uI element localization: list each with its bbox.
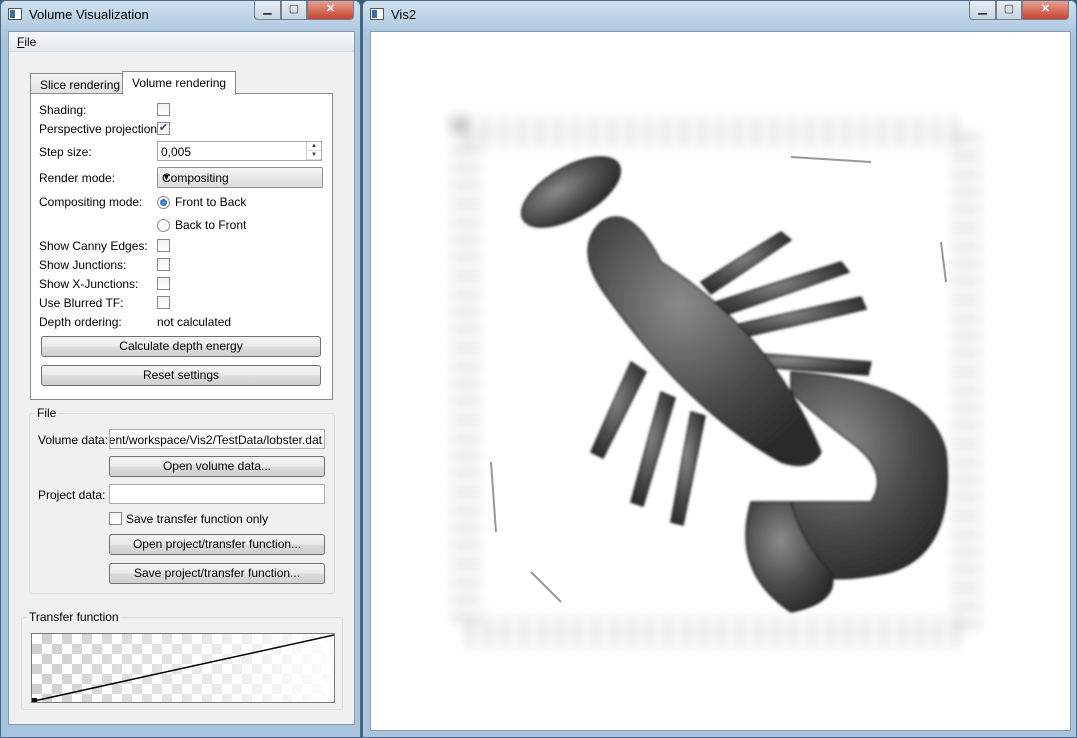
shading-label: Shading: <box>39 103 87 117</box>
app-window-icon <box>8 8 22 20</box>
vis2-window-icon <box>370 8 384 20</box>
junctions-checkbox[interactable] <box>157 258 170 271</box>
blurred-tf-checkbox[interactable] <box>157 296 170 309</box>
depth-ordering-label: Depth ordering: <box>39 315 122 329</box>
spin-down-icon[interactable]: ▼ <box>307 151 321 160</box>
reset-settings-button[interactable]: Reset settings <box>41 365 321 386</box>
right-window-title: Vis2 <box>391 7 417 22</box>
step-size-spinbox[interactable]: 0,005 ▲ ▼ <box>157 141 322 161</box>
x-junctions-label: Show X-Junctions: <box>39 277 139 291</box>
render-mode-select[interactable]: Compositing ▼ <box>157 167 323 188</box>
back-to-front-radio[interactable] <box>157 219 170 232</box>
front-to-back-label[interactable]: Front to Back <box>175 195 246 209</box>
back-to-front-label[interactable]: Back to Front <box>175 218 246 232</box>
minimize-icon[interactable]: ▁ <box>254 1 281 20</box>
x-junctions-checkbox[interactable] <box>157 277 170 290</box>
perspective-label: Perspective projection: <box>39 122 161 136</box>
canny-edges-label: Show Canny Edges: <box>39 239 148 253</box>
compositing-mode-label: Compositing mode: <box>39 195 143 209</box>
step-size-spin-buttons[interactable]: ▲ ▼ <box>306 142 321 160</box>
calculate-depth-energy-button[interactable]: Calculate depth energy <box>41 336 321 357</box>
shading-checkbox[interactable] <box>157 103 170 116</box>
spin-up-icon[interactable]: ▲ <box>307 142 321 151</box>
close-icon[interactable]: ✕ <box>1022 1 1069 20</box>
perspective-checkbox[interactable]: ✔ <box>157 122 170 135</box>
chevron-down-icon: ▼ <box>162 172 171 182</box>
render-mode-label: Render mode: <box>39 171 116 185</box>
right-titlebar[interactable]: Vis2 ▁ ▢ ✕ <box>363 1 1076 29</box>
depth-ordering-value: not calculated <box>157 315 232 329</box>
step-size-value: 0,005 <box>161 145 192 159</box>
maximize-icon[interactable]: ▢ <box>996 1 1022 20</box>
minimize-icon[interactable]: ▁ <box>969 1 996 20</box>
maximize-icon[interactable]: ▢ <box>281 1 307 20</box>
step-size-label: Step size: <box>39 145 92 159</box>
junctions-label: Show Junctions: <box>39 258 127 272</box>
canny-edges-checkbox[interactable] <box>157 239 170 252</box>
close-icon[interactable]: ✕ <box>307 1 354 20</box>
lobster-volume-render <box>451 117 981 647</box>
blurred-tf-label: Use Blurred TF: <box>39 296 124 310</box>
left-window-title: Volume Visualization <box>29 7 149 22</box>
render-viewport[interactable] <box>370 31 1071 731</box>
vis2-window: Vis2 ▁ ▢ ✕ <box>362 0 1077 738</box>
volume-visualization-window: Volume Visualization ▁ ▢ ✕ File Slice re… <box>0 0 361 738</box>
lobster-shape <box>521 156 949 613</box>
front-to-back-radio[interactable] <box>157 196 170 209</box>
left-titlebar[interactable]: Volume Visualization ▁ ▢ ✕ <box>1 1 360 29</box>
left-client-area: File Slice rendering Volume rendering Sh… <box>8 31 355 725</box>
